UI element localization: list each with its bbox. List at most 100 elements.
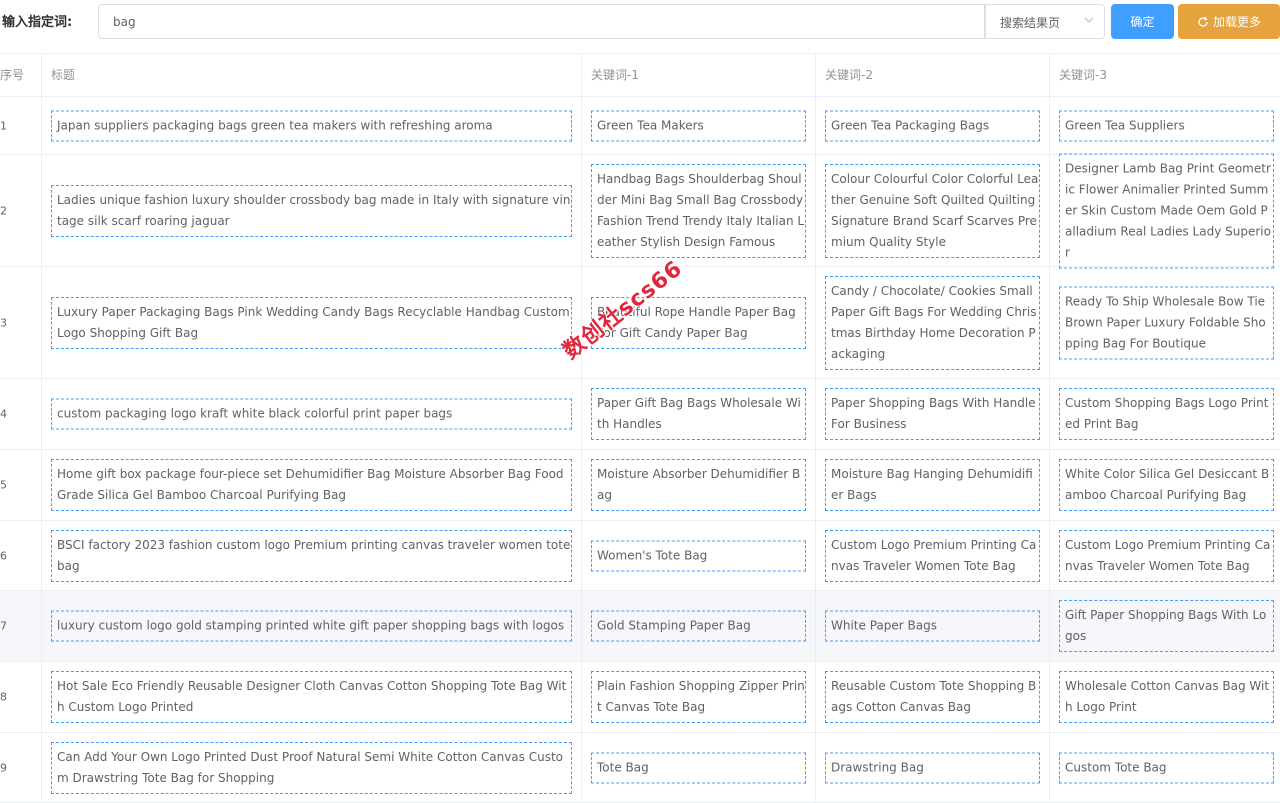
keyword-2-text[interactable]: Candy / Chocolate/ Cookies Small Paper G… [825, 275, 1040, 370]
title-text[interactable]: Home gift box package four-piece set Deh… [51, 459, 572, 511]
keyword-2-text[interactable]: Paper Shopping Bags With Handle For Busi… [825, 388, 1040, 440]
keyword-3-text[interactable]: Wholesale Cotton Canvas Bag With Logo Pr… [1059, 671, 1274, 723]
keyword-2-text[interactable]: Custom Logo Premium Printing Canvas Trav… [825, 529, 1040, 582]
table-row[interactable]: 5 Home gift box package four-piece set De… [0, 450, 1280, 521]
confirm-button[interactable]: 确定 [1111, 4, 1174, 39]
column-header: 关键词-2 [825, 68, 873, 82]
keyword-1-text[interactable]: Women's Tote Bag [591, 540, 806, 571]
keyword-cell: Reusable Custom Tote Shopping Bags Cotto… [816, 662, 1050, 732]
load-more-button[interactable]: 加载更多 [1178, 4, 1280, 39]
keyword-cell: Ready To Ship Wholesale Bow Tie Brown Pa… [1050, 267, 1280, 378]
title-cell: luxury custom logo gold stamping printed… [42, 591, 582, 661]
title-cell: Luxury Paper Packaging Bags Pink Wedding… [42, 267, 582, 378]
keyword-cell: Gift Paper Shopping Bags With Logos [1050, 591, 1280, 661]
row-number-cell: 9 [0, 733, 42, 802]
keyword-cell: Moisture Absorber Dehumidifier Bag [582, 450, 816, 520]
keyword-1-text[interactable]: Gold Stamping Paper Bag [591, 610, 806, 642]
table-row[interactable]: 2 Ladies unique fashion luxury shoulder c… [0, 153, 1280, 268]
table-row[interactable]: 9 Can Add Your Own Logo Printed Dust Proo… [0, 733, 1280, 803]
keyword-3-text[interactable]: Green Tea Suppliers [1059, 110, 1274, 141]
header-cell: 关键词-3 [1050, 54, 1280, 96]
title-cell: Ladies unique fashion luxury shoulder cr… [42, 155, 582, 266]
keyword-cell: Colour Colourful Color Colorful Leather … [816, 155, 1050, 266]
row-number-cell: 6 [0, 521, 42, 590]
row-number-cell: 5 [0, 450, 42, 520]
keyword-cell: White Paper Bags [816, 591, 1050, 661]
title-cell: BSCI factory 2023 fashion custom logo Pr… [42, 521, 582, 590]
column-header: 序号 [0, 68, 25, 82]
keyword-2-text[interactable]: Reusable Custom Tote Shopping Bags Cotto… [825, 671, 1040, 723]
keyword-3-text[interactable]: Designer Lamb Bag Print Geometric Flower… [1059, 153, 1274, 268]
keyword-2-text[interactable]: White Paper Bags [825, 610, 1040, 642]
page-type-select-value: 搜索结果页 [1000, 16, 1061, 30]
keyword-2-text[interactable]: Moisture Bag Hanging Dehumidifier Bags [825, 459, 1040, 511]
row-number-cell: 3 [0, 267, 42, 378]
keyword-cell: Women's Tote Bag [582, 521, 816, 590]
header-cell: 关键词-1 [582, 54, 816, 96]
row-number: 1 [0, 119, 7, 132]
keyword-1-text[interactable]: Plain Fashion Shopping Zipper Print Canv… [591, 671, 806, 723]
row-number: 6 [0, 549, 7, 562]
title-text[interactable]: Hot Sale Eco Friendly Reusable Designer … [51, 671, 572, 723]
keyword-cell: Candy / Chocolate/ Cookies Small Paper G… [816, 267, 1050, 378]
title-cell: Hot Sale Eco Friendly Reusable Designer … [42, 662, 582, 732]
keyword-3-text[interactable]: Custom Shopping Bags Logo Printed Print … [1059, 388, 1274, 440]
header-cell: 关键词-2 [816, 54, 1050, 96]
keyword-3-text[interactable]: Custom Logo Premium Printing Canvas Trav… [1059, 529, 1274, 582]
keyword-cell: Custom Logo Premium Printing Canvas Trav… [1050, 521, 1280, 590]
keyword-2-text[interactable]: Green Tea Packaging Bags [825, 110, 1040, 141]
title-text[interactable]: BSCI factory 2023 fashion custom logo Pr… [51, 529, 572, 582]
keyword-input[interactable] [98, 4, 985, 39]
table-row[interactable]: 8 Hot Sale Eco Friendly Reusable Designer… [0, 662, 1280, 733]
keyword-cell: Custom Logo Premium Printing Canvas Trav… [816, 521, 1050, 590]
title-cell: Can Add Your Own Logo Printed Dust Proof… [42, 733, 582, 802]
header-cell: 标题 [42, 54, 582, 96]
row-number: 8 [0, 690, 7, 704]
keyword-1-text[interactable]: Green Tea Makers [591, 110, 806, 141]
header-cell: 序号 [0, 54, 42, 96]
keyword-label: 输入指定词: [2, 15, 73, 30]
title-text[interactable]: luxury custom logo gold stamping printed… [51, 610, 572, 642]
row-number-cell: 7 [0, 591, 42, 661]
table-row[interactable]: 6 BSCI factory 2023 fashion custom logo P… [0, 521, 1280, 591]
keyword-2-text[interactable]: Colour Colourful Color Colorful Leather … [825, 163, 1040, 258]
title-text[interactable]: Luxury Paper Packaging Bags Pink Wedding… [51, 296, 572, 349]
toolbar: 输入指定词: 搜索结果页 确定 加载更多 [0, 0, 1280, 54]
keyword-1-text[interactable]: Paper Gift Bag Bags Wholesale With Handl… [591, 388, 806, 440]
keyword-cell: Custom Shopping Bags Logo Printed Print … [1050, 379, 1280, 449]
keyword-3-text[interactable]: Gift Paper Shopping Bags With Logos [1059, 600, 1274, 652]
title-text[interactable]: Can Add Your Own Logo Printed Dust Proof… [51, 741, 572, 794]
keyword-1-text[interactable]: Moisture Absorber Dehumidifier Bag [591, 459, 806, 511]
keyword-1-text[interactable]: Handbag Bags Shoulderbag Shoulder Mini B… [591, 163, 806, 258]
chevron-down-icon [1084, 17, 1094, 23]
keyword-1-text[interactable]: Tote Bag [591, 752, 806, 783]
keyword-cell: Paper Gift Bag Bags Wholesale With Handl… [582, 379, 816, 449]
table-header-row: 序号 标题 关键词-1 关键词-2 关键词-3 [0, 54, 1280, 97]
table-row[interactable]: 1 Japan suppliers packaging bags green te… [0, 97, 1280, 155]
keyword-cell: Green Tea Suppliers [1050, 97, 1280, 154]
row-number: 3 [0, 316, 7, 329]
table-row[interactable]: 4 custom packaging logo kraft white black… [0, 379, 1280, 450]
keyword-cell: Wholesale Cotton Canvas Bag With Logo Pr… [1050, 662, 1280, 732]
keyword-3-text[interactable]: Custom Tote Bag [1059, 752, 1274, 783]
keyword-cell: White Color Silica Gel Desiccant Bamboo … [1050, 450, 1280, 520]
title-text[interactable]: Japan suppliers packaging bags green tea… [51, 110, 572, 141]
column-header: 关键词-1 [591, 68, 639, 82]
table-row[interactable]: 7 luxury custom logo gold stamping printe… [0, 591, 1280, 662]
title-text[interactable]: Ladies unique fashion luxury shoulder cr… [51, 184, 572, 237]
row-number: 5 [0, 478, 7, 492]
column-header: 关键词-3 [1059, 68, 1107, 82]
title-text[interactable]: custom packaging logo kraft white black … [51, 398, 572, 430]
keyword-cell: Drawstring Bag [816, 733, 1050, 802]
page-type-select[interactable]: 搜索结果页 [985, 4, 1105, 39]
title-cell: Japan suppliers packaging bags green tea… [42, 97, 582, 154]
keyword-3-text[interactable]: White Color Silica Gel Desiccant Bamboo … [1059, 459, 1274, 511]
row-number: 2 [0, 204, 7, 217]
keyword-2-text[interactable]: Drawstring Bag [825, 752, 1040, 783]
refresh-icon [1198, 16, 1208, 27]
keyword-cell: Green Tea Packaging Bags [816, 97, 1050, 154]
keyword-cell: Gold Stamping Paper Bag [582, 591, 816, 661]
keyword-cell: Plain Fashion Shopping Zipper Print Canv… [582, 662, 816, 732]
confirm-button-label: 确定 [1130, 15, 1155, 29]
keyword-3-text[interactable]: Ready To Ship Wholesale Bow Tie Brown Pa… [1059, 286, 1274, 359]
